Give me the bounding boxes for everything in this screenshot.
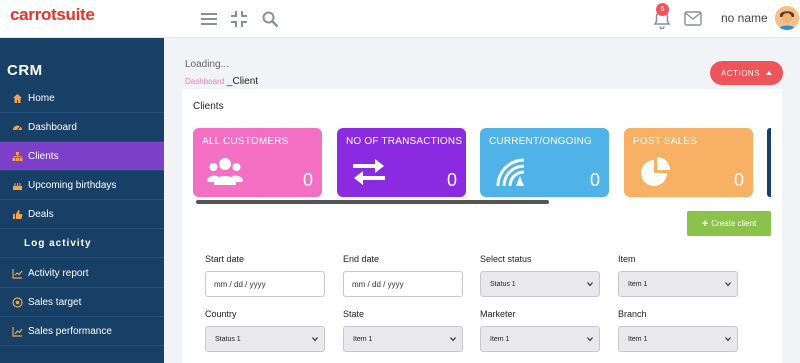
card-current-ongoing[interactable]: CURRENT/ONGOING 0 [480,128,609,197]
sidebar-item-deals[interactable]: Deals [0,200,164,229]
loading-status: Loading... [185,59,229,70]
mail-icon[interactable] [684,11,702,26]
item-value: Item 1 [628,280,648,288]
branch-label: Branch [618,309,647,319]
sidebar-item-label: Upcoming birthdays [28,179,117,191]
country-value: Status 1 [215,335,241,343]
country-select[interactable]: Status 1 [205,326,325,352]
sidebar-item-sales-target[interactable]: Sales target [0,288,164,317]
breadcrumb: Dashboard _Client [185,76,258,87]
sidebar-item-label: Log activity [24,237,92,249]
sidebar-item-clients[interactable]: Clients [0,142,164,171]
actions-button[interactable]: ACTIONS [710,61,783,85]
target-icon [12,296,23,308]
chevron-down-icon [725,282,731,287]
chevron-down-icon [587,337,593,342]
chevron-down-icon [725,337,731,342]
brand-name: carrotsuite [10,5,95,24]
sidebar-item-log-activity[interactable]: Log activity [0,229,164,258]
sidebar-item-label: Home [28,92,55,104]
avatar[interactable] [775,6,799,30]
sidebar-item-label: Dashboard [28,121,77,133]
status-select[interactable]: Status 1 [480,271,600,297]
panel-title: Clients [193,101,224,112]
sidebar: CRM Home Dashboard Clients Upcoming birt… [0,38,164,363]
actions-label: ACTIONS [720,68,761,78]
end-date-label: End date [343,254,380,264]
cards-scrollbar[interactable] [196,200,549,204]
sidebar-item-label: Activity report [28,267,89,279]
chevron-down-icon [587,282,593,287]
card-value: 0 [446,170,457,190]
search-icon[interactable] [261,10,279,28]
chevron-down-icon [312,337,318,342]
end-date-placeholder: mm / dd / yyyy [352,279,404,289]
start-date-input[interactable]: mm / dd / yyyy [205,271,325,297]
cake-icon [13,182,22,190]
dashboard-icon [13,125,22,130]
user-name[interactable]: no name [721,11,768,25]
create-client-button[interactable]: + Create client [687,211,771,236]
clients-icon [12,151,23,161]
item-select[interactable]: Item 1 [618,271,738,297]
branch-select[interactable]: Item 1 [618,326,738,352]
ongoing-icon [496,158,525,187]
pie-icon [641,157,670,186]
start-date-placeholder: mm / dd / yyyy [214,279,266,289]
sidebar-item-dashboard[interactable]: Dashboard [0,113,164,142]
card-value: 0 [302,170,313,190]
create-client-label: Create client [711,219,757,228]
marketer-select[interactable]: Item 1 [480,326,600,352]
breadcrumb-current: _Client [226,76,259,87]
sidebar-item-home[interactable]: Home [0,84,164,113]
sidebar-item-sales-performance[interactable]: Sales performance [0,317,164,346]
collapse-icon[interactable] [230,10,248,28]
top-bar: carrotsuite 5 no name [0,0,800,38]
card-label: CURRENT/ONGOING [489,136,592,147]
branch-value: Item 1 [628,335,648,343]
home-icon [13,93,22,103]
state-value: Item 1 [353,335,373,343]
notification-badge: 5 [656,3,669,16]
end-date-input[interactable]: mm / dd / yyyy [343,271,463,297]
status-value: Status 1 [490,280,516,288]
sidebar-item-label: Sales target [28,296,82,308]
card-label: POST SALES [633,136,698,147]
item-label: Item [618,254,636,264]
chart-icon [12,268,23,279]
card-all-customers[interactable]: ALL CUSTOMERS 0 [193,128,322,197]
line-chart-icon [12,326,23,337]
sidebar-item-label: Deals [28,208,54,220]
status-label: Select status [480,254,532,264]
breadcrumb-dashboard[interactable]: Dashboard [185,77,224,86]
sidebar-item-label: Clients [28,150,59,162]
transfer-icon [353,159,385,185]
country-label: Country [205,309,237,319]
sidebar-item-upcoming-birthdays[interactable]: Upcoming birthdays [0,171,164,200]
state-select[interactable]: Item 1 [343,326,463,352]
card-value: 0 [589,170,600,190]
brand-logo[interactable]: carrotsuite [10,6,95,23]
marketer-label: Marketer [480,309,516,319]
card-no-of-transactions[interactable]: NO OF TRANSACTIONS 0 [337,128,466,197]
card-label: NO OF TRANSACTIONS [346,136,463,147]
plus-icon: + [701,217,709,230]
sidebar-item-label: Sales performance [28,325,112,337]
caret-up-icon [766,71,773,75]
card-post-sales[interactable]: POST SALES 0 [624,128,753,197]
menu-icon[interactable] [200,10,218,28]
state-label: State [343,309,365,319]
start-date-label: Start date [205,254,245,264]
card-value: 0 [733,170,744,190]
card-partial[interactable] [767,128,771,197]
users-icon [207,158,243,185]
thumbs-up-icon [13,209,23,219]
chevron-down-icon [450,337,456,342]
sidebar-item-activity-report[interactable]: Activity report [0,259,164,288]
card-label: ALL CUSTOMERS [202,136,289,147]
marketer-value: Item 1 [490,335,510,343]
sidebar-title: CRM [7,62,43,79]
